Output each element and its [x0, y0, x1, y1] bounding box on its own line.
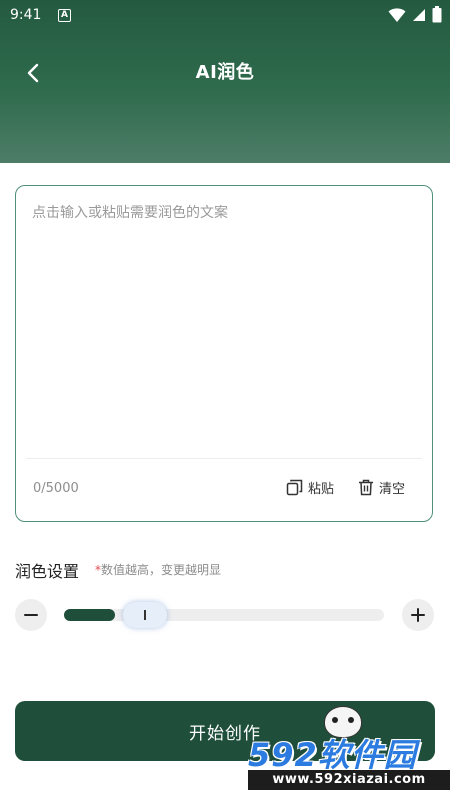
- editor-divider: [26, 458, 422, 459]
- watermark: 592软件园 www.592xiazai.com: [248, 706, 450, 800]
- status-bar: 9:41 A: [0, 0, 450, 32]
- paste-button[interactable]: 粘贴: [286, 478, 334, 497]
- header-background: 9:41 A AI润色: [0, 0, 450, 163]
- clear-button[interactable]: 清空: [358, 478, 405, 497]
- settings-title: 润色设置: [15, 562, 80, 581]
- minus-icon: [24, 614, 38, 616]
- intensity-slider[interactable]: [64, 602, 384, 628]
- thumb-grip: [144, 610, 146, 620]
- wifi-icon: [388, 7, 406, 22]
- hint-text: 数值越高，变更越明显: [101, 563, 222, 577]
- watermark-logo: 592软件园: [248, 736, 417, 774]
- page-title: AI润色: [195, 62, 255, 83]
- character-counter: 0/5000: [33, 481, 79, 496]
- battery-icon: [432, 6, 442, 23]
- slider-thumb[interactable]: [122, 602, 167, 628]
- watermark-url: www.592xiazai.com: [248, 770, 450, 790]
- status-icons: [388, 6, 442, 23]
- copy-icon: [286, 479, 303, 496]
- clear-label: 清空: [379, 482, 406, 497]
- navbar: AI润色: [0, 52, 450, 92]
- signal-icon: [413, 8, 425, 21]
- decrease-button[interactable]: [15, 599, 47, 631]
- text-editor: 0/5000 粘贴 清空: [15, 185, 433, 522]
- settings-hint: *数值越高，变更越明显: [95, 561, 221, 578]
- plus-icon: [411, 608, 425, 622]
- increase-button[interactable]: [402, 599, 434, 631]
- notification-icon: A: [58, 9, 71, 22]
- content-input[interactable]: [32, 202, 412, 442]
- trash-icon: [359, 479, 373, 496]
- slider-fill: [64, 609, 115, 621]
- paste-label: 粘贴: [308, 482, 335, 497]
- status-time: 9:41: [10, 7, 42, 23]
